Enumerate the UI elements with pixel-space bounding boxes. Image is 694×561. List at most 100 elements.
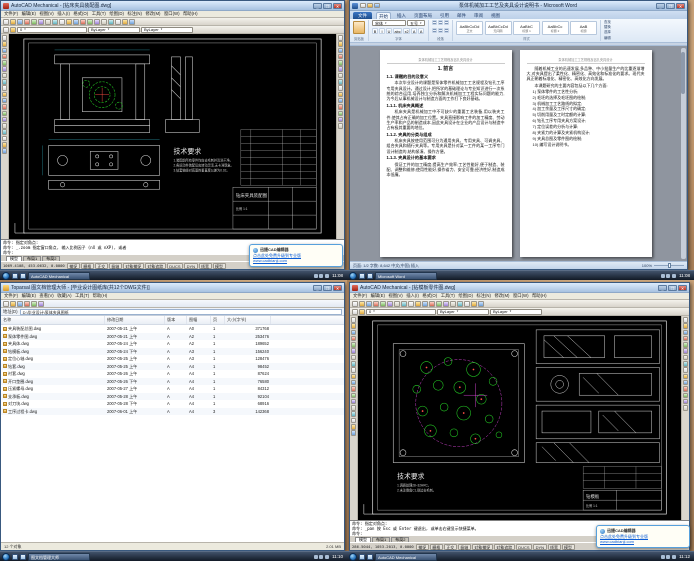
scrollbar-thumb[interactable]	[681, 52, 685, 94]
status-toggle-button[interactable]: 对象追踪	[144, 262, 166, 269]
rotate-icon[interactable]	[337, 72, 344, 79]
gradient-icon[interactable]	[350, 411, 357, 417]
cut-icon[interactable]	[394, 300, 400, 307]
status-toggle-button[interactable]: DYN	[533, 543, 547, 550]
paste-icon[interactable]	[408, 300, 414, 307]
menu-item[interactable]: 帮助(H)	[183, 11, 198, 17]
break-icon[interactable]	[337, 104, 344, 110]
status-toggle-button[interactable]: 捕捉	[66, 262, 80, 269]
layer-properties-icon[interactable]	[352, 308, 358, 315]
plot-icon[interactable]	[24, 18, 30, 25]
menu-item[interactable]: 标注(N)	[127, 11, 142, 17]
menu-item[interactable]: 窗口(W)	[164, 11, 180, 17]
status-toggle-button[interactable]: DYN	[184, 262, 198, 269]
volume-icon[interactable]	[660, 273, 665, 278]
close-button[interactable]: ✕	[676, 2, 685, 9]
menu-item[interactable]: 文件(F)	[4, 293, 18, 299]
break-icon[interactable]	[682, 386, 689, 392]
file-row[interactable]: 工序过程卡.dwg 2007-06-01 上午 A A4 3 142368	[1, 407, 344, 415]
scale-icon[interactable]	[682, 361, 689, 367]
menu-item[interactable]: 收藏(A)	[57, 293, 71, 299]
editing-command[interactable]: 选择	[604, 30, 611, 35]
style-gallery-item[interactable]: AaBbCcDd 正文	[456, 21, 483, 35]
cad1-titlebar[interactable]: AutoCAD Mechanical - [钻床夹具装配图.dwg] _ ❐ ✕	[1, 1, 344, 11]
pan-icon[interactable]	[87, 18, 93, 25]
minimize-button[interactable]: _	[658, 284, 667, 291]
insert-block-icon[interactable]	[1, 104, 8, 110]
designcenter-icon[interactable]	[471, 300, 477, 307]
stretch-icon[interactable]	[337, 85, 344, 91]
format-button[interactable]: abc	[393, 28, 403, 34]
rotate-icon[interactable]	[682, 354, 689, 361]
zoom-slider-thumb[interactable]	[668, 263, 671, 268]
status-toggle-button[interactable]: 线宽	[198, 262, 212, 269]
menu-item[interactable]: 修改(M)	[145, 11, 160, 17]
zoom-window-icon[interactable]	[101, 18, 107, 25]
polygon-icon[interactable]	[1, 60, 8, 66]
minimize-button[interactable]: _	[313, 284, 322, 291]
explorer-icon[interactable]	[20, 272, 26, 279]
indent-icon[interactable]	[444, 20, 449, 25]
back-icon[interactable]	[3, 300, 9, 307]
bullets-icon[interactable]	[432, 20, 437, 25]
cad1-drawing-canvas[interactable]: 技术要求 1.装配前所有零件均应去毛刺并清洗干净。 2.各运动件装配后应转动灵活…	[9, 34, 336, 239]
file-row[interactable]: 定位心轴.dwg 2007-05-25 上午 A A3 1 128476	[1, 355, 344, 363]
mtext-icon[interactable]	[1, 148, 8, 154]
close-button[interactable]: ✕	[333, 284, 342, 291]
xline-icon[interactable]	[1, 41, 8, 47]
zoom-level[interactable]: 100%	[642, 263, 652, 268]
status-toggle-button[interactable]: 捕捉	[415, 543, 429, 550]
file-row[interactable]: 开口垫圈.dwg 2007-05-26 下午 A A4 1 76580	[1, 377, 344, 385]
extend-icon[interactable]	[682, 379, 689, 386]
status-toggle-button[interactable]: 极轴	[108, 262, 122, 269]
style-gallery-item[interactable]: AaB 标题	[570, 21, 597, 35]
views-icon[interactable]	[38, 300, 44, 307]
revcloud-icon[interactable]	[350, 367, 357, 373]
stretch-icon[interactable]	[682, 367, 689, 373]
region-icon[interactable]	[1, 135, 8, 142]
status-toggle-button[interactable]: 栅格	[429, 543, 443, 550]
copy-icon[interactable]	[52, 18, 58, 25]
explorer-icon[interactable]	[367, 553, 373, 560]
ie-icon[interactable]	[359, 272, 365, 279]
balloon-link[interactable]: www.cadbianji.com	[253, 258, 339, 264]
spline-icon[interactable]	[350, 373, 357, 380]
point-icon[interactable]	[350, 398, 357, 405]
up-icon[interactable]	[17, 300, 23, 307]
menu-item[interactable]: 文件(F)	[4, 11, 18, 17]
mline-icon[interactable]	[1, 47, 8, 54]
vertical-scrollbar[interactable]	[680, 48, 686, 259]
matchprop-icon[interactable]	[415, 300, 421, 307]
fm-titlebar[interactable]: Toparsal 图文档管理大师 - [毕业设计图纸库(共12个DWG文件)] …	[1, 283, 344, 293]
file-list[interactable]: 夹具装配总图.dwg 2007-05-21 上午 A A0 1 371768 泵…	[1, 325, 344, 542]
close-button[interactable]: ✕	[678, 284, 687, 291]
numbering-icon[interactable]	[438, 20, 443, 25]
restore-button[interactable]: ❐	[668, 284, 677, 291]
polygon-icon[interactable]	[350, 342, 357, 348]
column-header[interactable]: 图幅	[187, 316, 211, 324]
font-size-combo[interactable]: 五号 ▾	[407, 20, 425, 26]
menu-item[interactable]: 插入(I)	[406, 293, 419, 299]
format-button[interactable]: x2	[403, 28, 411, 34]
file-row[interactable]: 压紧螺母.dwg 2007-05-27 上午 A A4 1 84312	[1, 385, 344, 393]
notification-balloon[interactable]: 迅捷CAD编辑器 点击此处免费升级到专业版 www.cadbianji.com	[249, 244, 343, 267]
region-icon[interactable]	[350, 417, 357, 424]
status-toggle-button[interactable]: DUCS	[166, 262, 184, 269]
format-button[interactable]: B	[372, 28, 378, 34]
column-header[interactable]: 页	[211, 316, 225, 324]
menu-item[interactable]: 编辑(E)	[22, 11, 36, 17]
network-icon[interactable]	[666, 273, 671, 278]
volume-icon[interactable]	[660, 554, 665, 559]
save-icon[interactable]	[366, 300, 372, 307]
menu-item[interactable]: 工具(T)	[92, 11, 106, 17]
format-button[interactable]: I	[379, 28, 385, 34]
taskbar-task-button[interactable]: AutoCAD Mechanical	[375, 552, 437, 561]
table-icon[interactable]	[1, 142, 8, 148]
redo-icon[interactable]	[429, 300, 435, 307]
zoom-previous-icon[interactable]	[457, 300, 463, 307]
hatch-icon[interactable]	[350, 405, 357, 411]
ribbon-tab[interactable]: 页面布局	[412, 12, 434, 19]
menu-item[interactable]: 插入(I)	[57, 11, 70, 17]
layer-control[interactable]: 0 ▾	[17, 26, 87, 33]
linetype-control[interactable]: ByLayer ▾	[490, 308, 542, 315]
